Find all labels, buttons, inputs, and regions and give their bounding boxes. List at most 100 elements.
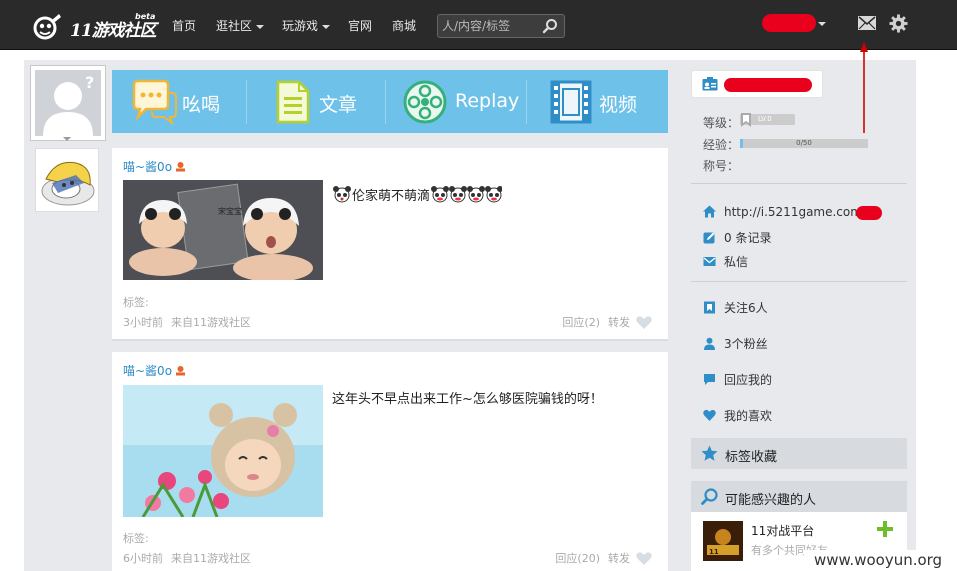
avatar-placeholder-icon: ? xyxy=(35,70,101,136)
star-icon xyxy=(701,445,718,461)
post-type-tabs: 吆喝 文章 Replay 视频 xyxy=(112,70,668,133)
homepage-redacted xyxy=(856,206,882,220)
post-meta: 6小时前 来自11游戏社区 xyxy=(123,550,259,566)
gear-icon[interactable] xyxy=(889,14,908,33)
heart-icon[interactable] xyxy=(636,552,652,565)
bookmark-icon xyxy=(704,301,715,314)
bookmark-icon xyxy=(741,113,751,127)
post-author[interactable]: 喵~酱0o xyxy=(123,158,186,175)
tab-article-label: 文章 xyxy=(319,94,358,116)
post-actions: 回应(2) 转发 xyxy=(554,314,652,330)
chevron-down-icon xyxy=(256,24,265,29)
user-badge-icon xyxy=(176,366,186,376)
cartoon-avatar-image xyxy=(36,149,98,211)
post-source[interactable]: 来自11游戏社区 xyxy=(171,552,251,565)
user-avatar[interactable]: ? xyxy=(30,65,106,141)
feed-post: 喵~酱0o 这年头不早点出来工作~怎么够医院骗钱的呀！ 标签: 6小时前 来自11… xyxy=(112,352,668,571)
platform-logo-image: 11 xyxy=(703,521,743,561)
edit-icon xyxy=(703,232,715,244)
svg-text:11: 11 xyxy=(709,548,719,556)
friend-avatar[interactable] xyxy=(35,148,99,212)
post-time: 3小时前 xyxy=(123,316,163,329)
logo-mark-icon xyxy=(33,14,61,40)
tag-collection-panel[interactable]: 标签收藏 xyxy=(691,438,907,469)
mail-icon[interactable] xyxy=(858,16,876,30)
chevron-down-icon[interactable] xyxy=(63,137,71,141)
home-icon xyxy=(703,205,716,218)
homepage-link[interactable]: http://i.5211game.com xyxy=(703,205,862,219)
suggested-person-name[interactable]: 11对战平台 xyxy=(751,522,814,539)
nickname-redacted xyxy=(724,78,812,92)
private-message-link[interactable]: 私信 xyxy=(703,253,748,270)
nav-games-label: 玩游戏 xyxy=(282,19,319,33)
records-count: 0 条记录 xyxy=(724,231,772,245)
post-tags-label: 标签: xyxy=(123,532,149,545)
records-link[interactable]: 0 条记录 xyxy=(703,229,771,246)
chat-bubbles-icon xyxy=(132,79,177,125)
tab-shout[interactable]: 吆喝 xyxy=(112,70,246,133)
site-logo[interactable]: 11游戏社区 beta xyxy=(32,8,157,42)
reply-link[interactable]: 回应(20) xyxy=(555,552,600,565)
level-badge: LV.0 xyxy=(740,113,795,127)
add-follow-icon[interactable] xyxy=(877,521,893,537)
search-icon[interactable] xyxy=(542,18,558,34)
chevron-down-icon[interactable] xyxy=(818,22,826,26)
post-meta: 3小时前 来自11游戏社区 xyxy=(123,314,259,330)
suggested-person-avatar[interactable]: 11 xyxy=(703,521,743,561)
watermark-text: www.wooyun.org xyxy=(804,550,957,571)
beta-badge: beta xyxy=(135,12,156,21)
suggested-people-title: 可能感兴趣的人 xyxy=(725,493,817,508)
comment-icon xyxy=(704,374,715,385)
nickname-card[interactable] xyxy=(691,70,823,98)
post-source[interactable]: 来自11游戏社区 xyxy=(171,316,251,329)
nav-official-site[interactable]: 官网 xyxy=(348,17,372,34)
envelope-icon xyxy=(703,257,716,266)
feed-post: 喵~酱0o 宋宝宝 伦家萌不萌滴 标签: 3小时前 来自11游戏社区 回应(2) 转… xyxy=(112,148,668,341)
search-input[interactable] xyxy=(442,17,538,35)
post-author-name: 喵~酱0o xyxy=(123,160,173,174)
reply-link[interactable]: 回应(2) xyxy=(562,316,600,329)
id-card-icon xyxy=(702,77,718,91)
nav-games[interactable]: 玩游戏 xyxy=(282,17,331,34)
tab-video[interactable]: 视频 xyxy=(527,70,668,133)
username-redacted[interactable] xyxy=(762,14,816,32)
film-reel-icon xyxy=(403,80,447,124)
nav-shop-label: 商城 xyxy=(392,19,417,33)
nav-community-label: 逛社区 xyxy=(216,19,253,33)
post-text: 伦家萌不萌滴 xyxy=(332,184,504,204)
post-image[interactable]: 宋宝宝 xyxy=(123,180,323,280)
replies-to-me-link[interactable]: 回应我的 xyxy=(703,371,772,388)
chevron-down-icon xyxy=(322,24,331,29)
panda-emoticon-icon xyxy=(333,186,351,203)
private-message-label: 私信 xyxy=(724,255,749,269)
nav-home[interactable]: 首页 xyxy=(172,17,196,34)
level-label: 等级： xyxy=(703,116,740,130)
my-likes-link[interactable]: 我的喜欢 xyxy=(703,407,772,424)
replies-to-me-label: 回应我的 xyxy=(724,373,773,387)
divider xyxy=(691,281,907,282)
post-author[interactable]: 喵~酱0o xyxy=(123,362,186,379)
heart-icon[interactable] xyxy=(636,316,652,329)
post-text-content: 伦家萌不萌滴 xyxy=(352,189,431,204)
forward-link[interactable]: 转发 xyxy=(608,552,630,565)
svg-text:宋宝宝: 宋宝宝 xyxy=(218,206,242,216)
baby-photo-image: 宋宝宝 xyxy=(123,180,323,280)
tab-shout-label: 吆喝 xyxy=(182,94,221,116)
fans-link[interactable]: 3个粉丝 xyxy=(703,335,768,352)
tab-replay[interactable]: Replay xyxy=(386,70,526,133)
post-author-name: 喵~酱0o xyxy=(123,364,173,378)
post-image[interactable] xyxy=(123,385,323,517)
heart-icon xyxy=(703,409,716,421)
following-link[interactable]: 关注6人 xyxy=(703,299,768,316)
tab-video-label: 视频 xyxy=(599,94,638,116)
following-count: 关注6人 xyxy=(724,301,768,315)
exp-value: 0/50 xyxy=(796,139,812,147)
nav-community[interactable]: 逛社区 xyxy=(216,17,265,34)
nav-shop[interactable]: 商城 xyxy=(392,17,416,34)
forward-link[interactable]: 转发 xyxy=(608,316,630,329)
user-icon xyxy=(704,337,715,350)
nav-official-site-label: 官网 xyxy=(348,19,373,33)
post-time: 6小时前 xyxy=(123,552,163,565)
tab-replay-label: Replay xyxy=(455,90,520,112)
tab-article[interactable]: 文章 xyxy=(247,70,385,133)
